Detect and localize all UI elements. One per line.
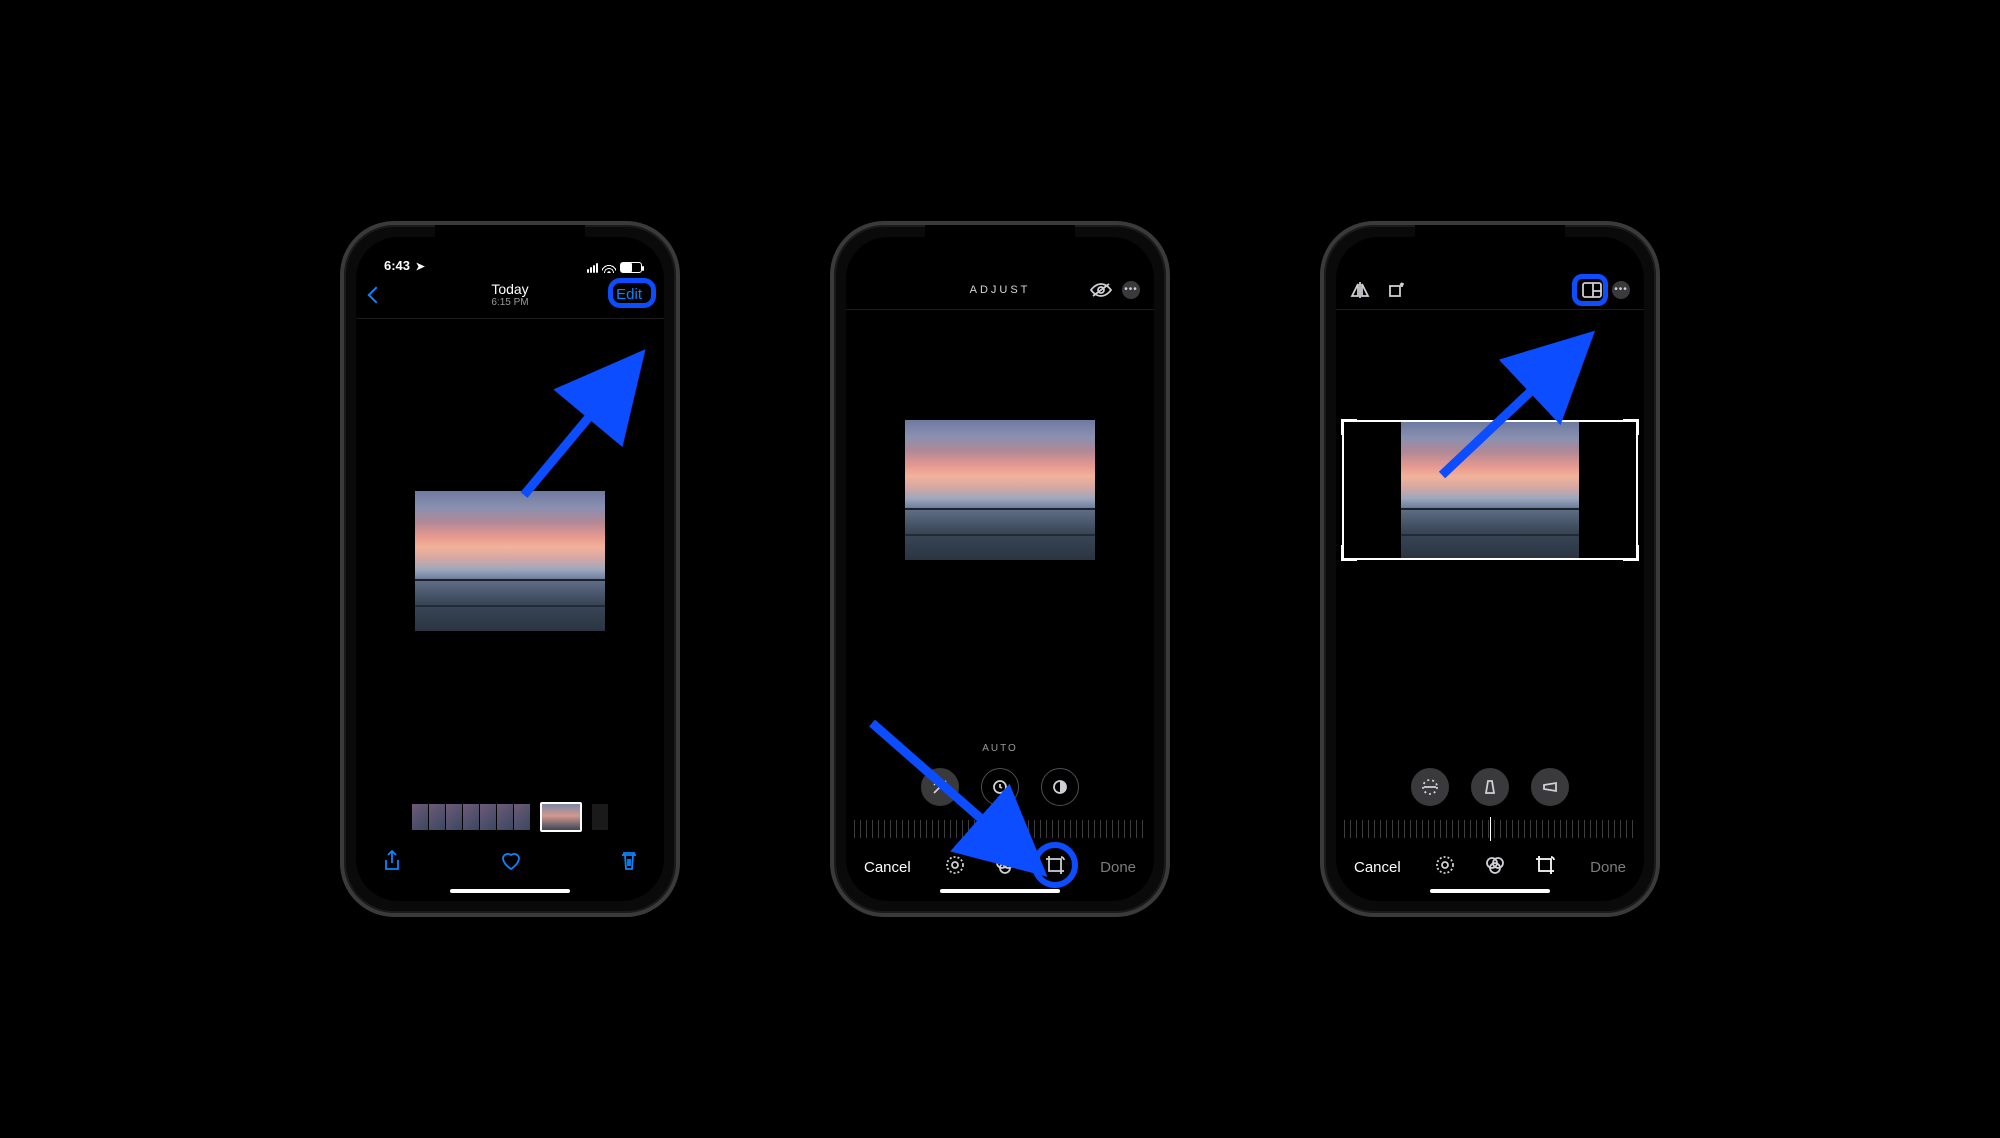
thumbnail[interactable] (412, 804, 428, 830)
rotate-icon[interactable] (1386, 281, 1404, 299)
edit-bottom-bar: Cancel Done (846, 844, 1154, 883)
clock: 6:43 ➤ (384, 258, 425, 273)
header-subtitle: 6:15 PM (426, 297, 594, 308)
status-bar: 6:43 ➤ (356, 237, 664, 275)
wifi-icon (602, 263, 616, 273)
cancel-button[interactable]: Cancel (1354, 859, 1401, 876)
power-button (679, 421, 680, 501)
share-icon[interactable] (382, 850, 402, 877)
header-title: Today (426, 281, 594, 297)
status-bar (846, 237, 1154, 275)
exposure-icon[interactable] (981, 768, 1019, 806)
crop-tab-icon[interactable] (1044, 854, 1066, 881)
markup-visibility-icon[interactable] (1090, 282, 1112, 298)
more-options-icon[interactable] (1612, 281, 1630, 299)
mute-switch (830, 365, 831, 395)
mute-switch (1320, 365, 1321, 395)
crop-handle-tr[interactable] (1623, 419, 1639, 435)
volume-up (830, 409, 831, 463)
power-button (1169, 421, 1170, 501)
thumbnail[interactable] (446, 804, 462, 830)
cancel-button[interactable]: Cancel (864, 859, 911, 876)
photo-canvas[interactable] (356, 319, 664, 802)
volume-down (1320, 475, 1321, 529)
adjust-tab-icon[interactable] (944, 854, 966, 881)
adjust-presets-row (846, 768, 1154, 806)
aspect-ratio-icon[interactable] (1582, 282, 1602, 298)
screen: Cancel Done (1336, 237, 1644, 901)
phone-2: ADJUST AUTO (830, 221, 1170, 917)
thumbnail-scrubber[interactable] (356, 802, 664, 840)
back-button[interactable] (368, 286, 385, 303)
filters-tab-icon[interactable] (994, 854, 1016, 881)
cellular-signal-icon (587, 263, 598, 273)
done-button[interactable]: Done (1590, 859, 1626, 876)
thumbnail[interactable] (429, 804, 445, 830)
crop-header (1336, 275, 1644, 310)
phone-1: 6:43 ➤ Today 6:15 PM Edit (340, 221, 680, 917)
power-button (1659, 421, 1660, 501)
photo-toolbar (356, 840, 664, 883)
screen: 6:43 ➤ Today 6:15 PM Edit (356, 237, 664, 901)
volume-down (340, 475, 341, 529)
edit-header: ADJUST (846, 275, 1154, 310)
location-services-icon: ➤ (416, 260, 425, 273)
vertical-perspective-icon[interactable] (1471, 768, 1509, 806)
edit-bottom-bar: Cancel Done (1336, 844, 1644, 883)
home-indicator[interactable] (940, 889, 1060, 893)
adjust-slider[interactable] (854, 820, 1146, 838)
screen: ADJUST AUTO (846, 237, 1154, 901)
edit-mode-label: ADJUST (916, 284, 1084, 296)
battery-icon (620, 262, 642, 273)
crop-handle-br[interactable] (1623, 545, 1639, 561)
volume-down (830, 475, 831, 529)
adjust-tool-label: AUTO (846, 743, 1154, 754)
photo-image (415, 491, 605, 631)
photo-detail-header: Today 6:15 PM Edit (356, 275, 664, 319)
crop-tab-icon[interactable] (1534, 854, 1556, 881)
straighten-slider[interactable] (1344, 820, 1636, 838)
brilliance-icon[interactable] (1041, 768, 1079, 806)
straighten-icon[interactable] (1411, 768, 1449, 806)
thumbnail-selected[interactable] (540, 802, 582, 832)
thumbnail[interactable] (463, 804, 479, 830)
status-bar (1336, 237, 1644, 275)
more-options-icon[interactable] (1122, 281, 1140, 299)
adjust-tab-icon[interactable] (1434, 854, 1456, 881)
thumbnail[interactable] (592, 804, 608, 830)
crop-handle-tl[interactable] (1341, 419, 1357, 435)
volume-up (340, 409, 341, 463)
thumbnail[interactable] (497, 804, 513, 830)
crop-tool-row (1336, 768, 1644, 806)
auto-enhance-icon[interactable] (921, 768, 959, 806)
home-indicator[interactable] (1430, 889, 1550, 893)
thumbnail[interactable] (514, 804, 530, 830)
done-button[interactable]: Done (1100, 859, 1136, 876)
photo-canvas[interactable] (846, 310, 1154, 670)
horizontal-perspective-icon[interactable] (1531, 768, 1569, 806)
status-time: 6:43 (384, 258, 410, 273)
mute-switch (340, 365, 341, 395)
favorite-heart-icon[interactable] (500, 851, 522, 876)
trash-icon[interactable] (620, 850, 638, 877)
thumbnail[interactable] (480, 804, 496, 830)
crop-canvas[interactable] (1336, 310, 1644, 670)
home-indicator[interactable] (450, 889, 570, 893)
phone-3: Cancel Done (1320, 221, 1660, 917)
volume-up (1320, 409, 1321, 463)
edit-button[interactable]: Edit (608, 282, 650, 307)
status-right (587, 262, 642, 273)
crop-handle-bl[interactable] (1341, 545, 1357, 561)
filters-tab-icon[interactable] (1484, 854, 1506, 881)
photo-image (905, 420, 1095, 560)
flip-horizontal-icon[interactable] (1350, 281, 1370, 299)
crop-frame[interactable] (1342, 420, 1638, 560)
photo-image (1401, 422, 1579, 558)
